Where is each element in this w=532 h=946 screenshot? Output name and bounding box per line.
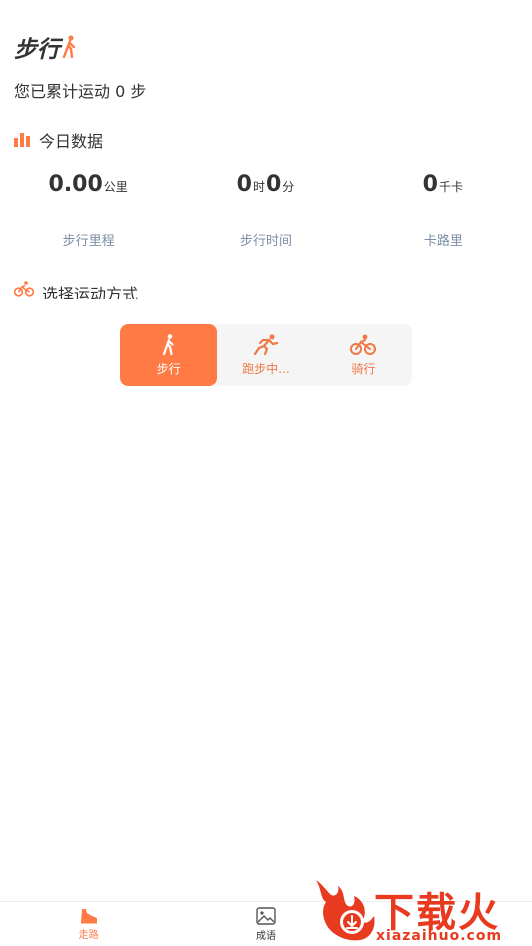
calories-unit: 千卡 — [438, 180, 463, 194]
page-header: 步行 — [14, 30, 78, 64]
shoe-icon — [80, 908, 97, 923]
minutes-number: 0 — [265, 172, 282, 197]
watermark-url: xiazaihuo.com — [376, 928, 503, 944]
mode-tab-walk-label: 步行 — [156, 361, 181, 376]
walker-icon — [62, 35, 76, 59]
distance-label: 步行里程 — [62, 234, 115, 249]
bike-icon — [14, 281, 34, 297]
stat-time: 0 时 0 分 步行时间 — [177, 172, 354, 249]
nav-walk-label: 走路 — [78, 929, 99, 941]
calories-label: 卡路里 — [423, 234, 463, 249]
today-stats: 0.00 公里 步行里程 0 时 0 分 步行时间 0 千卡 卡路里 — [0, 172, 532, 249]
stat-calories-value: 0 千卡 — [355, 172, 532, 208]
stat-distance: 0.00 公里 步行里程 — [0, 172, 177, 249]
nav-idiom-label: 成语 — [255, 930, 276, 942]
calories-number: 0 — [422, 172, 438, 197]
today-title-text: 今日数据 — [39, 132, 104, 151]
stat-distance-value: 0.00 公里 — [0, 172, 177, 208]
hours-number: 0 — [236, 172, 252, 197]
flame-download-icon — [316, 880, 375, 941]
distance-number: 0.00 — [48, 172, 103, 197]
watermark-logo: 下载火 xiazaihuo.com — [312, 876, 532, 946]
app-title: 步行 — [14, 30, 78, 64]
mode-title-text: 选择运动方式 — [42, 285, 139, 299]
stat-calories: 0 千卡 卡路里 — [355, 172, 532, 249]
image-icon — [256, 906, 276, 925]
mode-tabs: 步行 跑步中... 骑行 — [120, 324, 412, 386]
hours-unit: 时 — [252, 180, 265, 194]
stat-time-value: 0 时 0 分 — [177, 172, 354, 208]
distance-unit: 公里 — [103, 180, 128, 194]
run-icon — [253, 334, 279, 355]
mode-tab-bike-label: 骑行 — [351, 361, 376, 376]
bar-chart-icon — [14, 133, 30, 147]
app-title-text: 步行 — [14, 37, 60, 63]
mode-tab-walk[interactable]: 步行 — [120, 324, 218, 386]
mode-tab-run-label: 跑步中... — [242, 361, 290, 376]
minutes-unit: 分 — [282, 180, 295, 194]
nav-item-walk[interactable]: 走路 — [0, 902, 177, 946]
bike-icon — [350, 334, 377, 355]
mode-section-title: 选择运动方式 — [14, 281, 138, 299]
mode-tab-bike[interactable]: 骑行 — [315, 324, 412, 386]
total-steps-text: 您已累计运动 0 步 — [14, 82, 147, 101]
mode-tab-run[interactable]: 跑步中... — [217, 324, 314, 386]
today-section-title: 今日数据 — [14, 128, 103, 152]
walk-icon — [162, 333, 174, 355]
time-label: 步行时间 — [239, 234, 292, 249]
